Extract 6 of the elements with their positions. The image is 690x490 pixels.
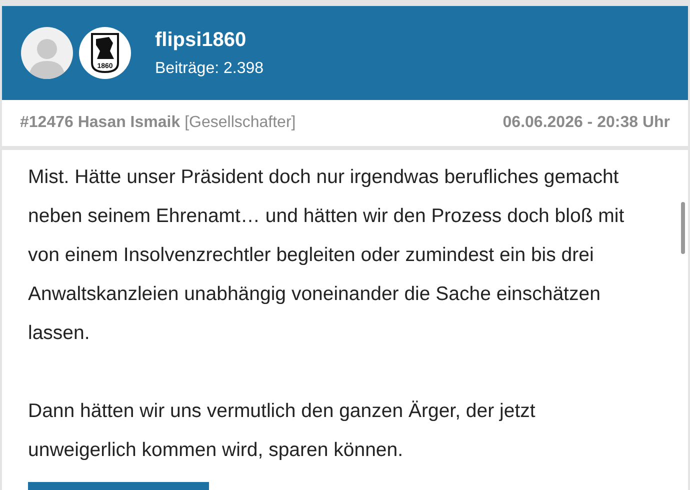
post-count: Beiträge: 2.398 [155,60,264,78]
post-date: 06.06.2026 - 20:38 Uhr [502,114,670,132]
post-paragraph: Mist. Hätte unser Präsident doch nur irgendwas berufliches gemacht neben seinem Ehrenamt… und hätten wir den Prozess doch bloß mit von einem Insolvenzrechtler begleiten oder zumindest ein bis drei Anwaltskanzleien unabhängig voneinander die Sache einschätzen lassen. [28,165,626,346]
username[interactable]: flipsi1860 [155,28,264,52]
post-title: #12476 Hasan Ismaik [Gesellschafter] [20,114,296,132]
post-paragraph: Dann hätten wir uns vermutlich den ganzen Ärger, der jetzt unweigerlich kommen wird, sparen können. [28,399,536,463]
